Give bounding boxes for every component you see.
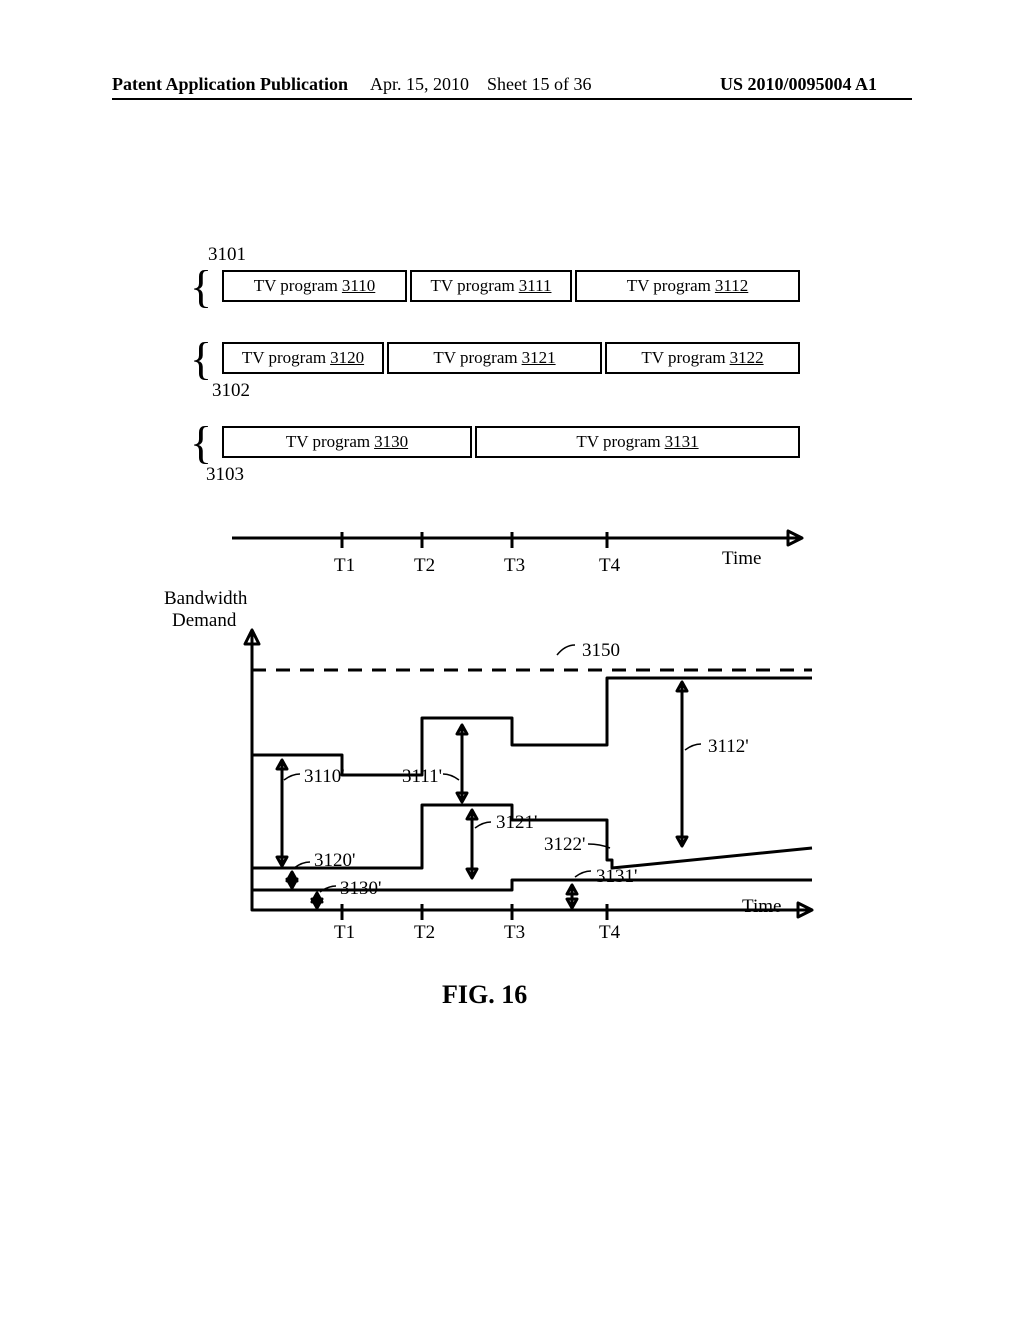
cell-label: TV program [641, 348, 725, 368]
cell-num: 3111 [519, 276, 552, 296]
cell-label: TV program [431, 276, 515, 296]
ref-3112p: 3112' [708, 736, 749, 758]
ref-3130p: 3130' [340, 878, 381, 900]
cell-3121: TV program 3121 [387, 342, 602, 374]
header-mid: Apr. 15, 2010 Sheet 15 of 36 [370, 74, 591, 95]
cell-num: 3130 [374, 432, 408, 452]
cell-label: TV program [242, 348, 326, 368]
cell-label: TV program [576, 432, 660, 452]
bx-t4: T4 [599, 922, 620, 944]
row-3102: TV program 3120 TV program 3121 TV progr… [222, 342, 802, 376]
row2-ref: 3102 [212, 380, 250, 402]
ref-3110p: 3110' [304, 766, 345, 788]
bx-t1: T1 [334, 922, 355, 944]
cell-num: 3110 [342, 276, 375, 296]
t4-label: T4 [599, 555, 620, 577]
ref-3121p: 3121' [496, 812, 537, 834]
ref-3120p: 3120' [314, 850, 355, 872]
bx-time-label: Time [742, 896, 781, 918]
bx-t2: T2 [414, 922, 435, 944]
ref-3131p: 3131' [596, 866, 637, 888]
figure-caption: FIG. 16 [442, 980, 527, 1010]
bx-t3: T3 [504, 922, 525, 944]
brace-icon: { [190, 342, 212, 376]
brace-icon: { [190, 270, 212, 304]
t1-label: T1 [334, 555, 355, 577]
cell-label: TV program [627, 276, 711, 296]
ref-3111p: 3111' [402, 766, 442, 788]
ref-3150: 3150 [582, 640, 620, 662]
t3-label: T3 [504, 555, 525, 577]
cell-num: 3122 [730, 348, 764, 368]
header-date: Apr. 15, 2010 [370, 74, 469, 94]
header-sheet: Sheet 15 of 36 [487, 74, 591, 94]
header-rule [112, 98, 912, 100]
cell-3111: TV program 3111 [410, 270, 572, 302]
cell-num: 3120 [330, 348, 364, 368]
cell-label: TV program [254, 276, 338, 296]
t2-label: T2 [414, 555, 435, 577]
cell-label: TV program [286, 432, 370, 452]
row-3103: TV program 3130 TV program 3131 [222, 426, 802, 460]
cell-3110: TV program 3110 [222, 270, 407, 302]
row1-ref: 3101 [208, 244, 246, 266]
row-3101: TV program 3110 TV program 3111 TV progr… [222, 270, 802, 304]
ref-3122p: 3122' [544, 834, 585, 856]
time-axis-label: Time [722, 548, 761, 570]
brace-icon: { [190, 426, 212, 460]
cell-3130: TV program 3130 [222, 426, 472, 458]
row3-ref: 3103 [206, 464, 244, 486]
cell-num: 3112 [715, 276, 748, 296]
cell-num: 3121 [522, 348, 556, 368]
cell-3112: TV program 3112 [575, 270, 800, 302]
cell-3131: TV program 3131 [475, 426, 800, 458]
ylabel-1: Bandwidth [164, 588, 247, 610]
header-left: Patent Application Publication [112, 74, 348, 95]
cell-3122: TV program 3122 [605, 342, 800, 374]
figure-16: { 3101 TV program 3110 TV program 3111 T… [112, 250, 912, 1030]
header-right: US 2010/0095004 A1 [720, 74, 877, 95]
cell-label: TV program [433, 348, 517, 368]
cell-3120: TV program 3120 [222, 342, 384, 374]
cell-num: 3131 [665, 432, 699, 452]
